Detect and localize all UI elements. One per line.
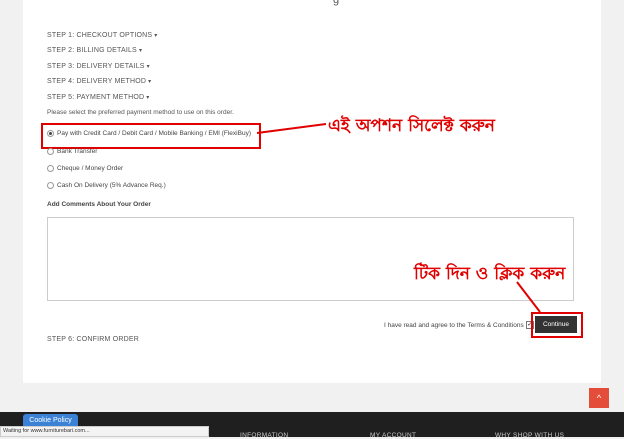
footer-item[interactable]: INFORMATION [240,432,288,439]
annotation-arrows [256,123,541,313]
scroll-to-top-button[interactable]: ^ [589,388,609,408]
arrow-line-to-continue [516,281,541,313]
footer-item[interactable]: MY ACCOUNT [370,432,416,439]
chevron-up-icon: ^ [596,393,602,403]
arrow-line-to-option [256,123,327,134]
footer-item[interactable]: WHY SHOP WITH US [495,432,564,439]
browser-status-bar: Waiting for www.furniturebari.com... [0,426,209,437]
